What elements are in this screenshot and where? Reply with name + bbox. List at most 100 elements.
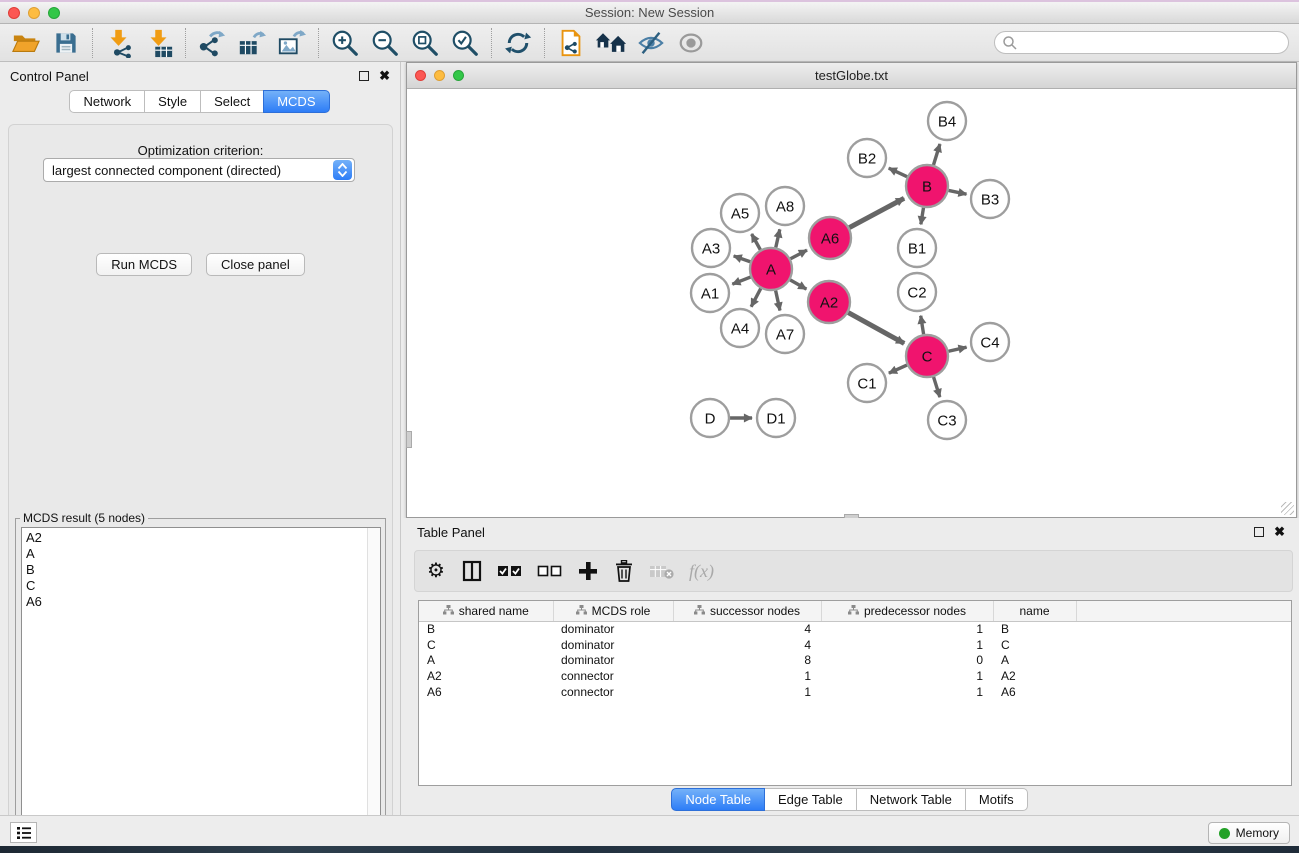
- graph-node-C1[interactable]: C1: [848, 364, 886, 402]
- graph-edge-A-A3[interactable]: [734, 256, 751, 262]
- refresh-icon[interactable]: [498, 26, 538, 60]
- graph-node-A8[interactable]: A8: [766, 187, 804, 225]
- optimization-criterion-select[interactable]: largest connected component (directed): [43, 158, 355, 182]
- mcds-result-item[interactable]: A2: [26, 530, 380, 546]
- table-cell[interactable]: connector: [553, 668, 673, 684]
- column-header-MCDS-role[interactable]: MCDS role: [553, 601, 673, 621]
- graph-node-A3[interactable]: A3: [692, 229, 730, 267]
- tab-motifs[interactable]: Motifs: [965, 788, 1028, 811]
- left-splitter-handle[interactable]: [406, 431, 412, 448]
- table-row[interactable]: Cdominator41C: [419, 637, 1291, 653]
- table-cell[interactable]: 4: [673, 637, 821, 653]
- table-cell[interactable]: dominator: [553, 621, 673, 637]
- table-cell[interactable]: C: [993, 637, 1076, 653]
- graph-node-A4[interactable]: A4: [721, 309, 759, 347]
- mcds-result-item[interactable]: A6: [26, 594, 380, 610]
- network-canvas[interactable]: B4B2BB3A5A8A6A3AB1A1C2A2A4A7C4CC1C3DD1: [407, 89, 1296, 517]
- search-input[interactable]: [994, 31, 1289, 54]
- memory-button[interactable]: Memory: [1208, 822, 1290, 844]
- graph-node-A2[interactable]: A2: [808, 281, 850, 323]
- close-table-panel-icon[interactable]: ✖: [1274, 527, 1285, 537]
- graph-node-A[interactable]: A: [750, 248, 792, 290]
- export-image-icon[interactable]: [272, 26, 312, 60]
- graph-edge-B-B4[interactable]: [933, 144, 939, 165]
- zoom-in-icon[interactable]: [325, 26, 365, 60]
- import-network-icon[interactable]: [99, 26, 139, 60]
- table-row[interactable]: Adominator80A: [419, 652, 1291, 668]
- graph-edge-A6-B[interactable]: [849, 198, 904, 227]
- close-panel-icon[interactable]: ✖: [379, 71, 390, 81]
- table-row[interactable]: Bdominator41B: [419, 621, 1291, 637]
- table-cell[interactable]: 1: [821, 621, 993, 637]
- tab-mcds[interactable]: MCDS: [263, 90, 329, 113]
- graph-edge-A-A7[interactable]: [776, 291, 780, 311]
- graph-node-B[interactable]: B: [906, 165, 948, 207]
- window-resize-grip[interactable]: [1281, 502, 1294, 515]
- graph-node-A1[interactable]: A1: [691, 274, 729, 312]
- graph-node-C4[interactable]: C4: [971, 323, 1009, 361]
- graph-edge-B-B2[interactable]: [889, 168, 907, 177]
- graph-edge-A-A4[interactable]: [751, 288, 761, 306]
- graph-edge-A-A1[interactable]: [732, 277, 750, 284]
- graph-node-A6[interactable]: A6: [809, 217, 851, 259]
- table-cell[interactable]: 4: [673, 621, 821, 637]
- select-all-columns-icon[interactable]: [497, 556, 523, 586]
- table-cell[interactable]: dominator: [553, 637, 673, 653]
- graph-node-B4[interactable]: B4: [928, 102, 966, 140]
- table-cell[interactable]: dominator: [553, 652, 673, 668]
- tab-edge-table[interactable]: Edge Table: [764, 788, 857, 811]
- graph-node-B1[interactable]: B1: [898, 229, 936, 267]
- mcds-result-item[interactable]: A: [26, 546, 380, 562]
- tab-node-table[interactable]: Node Table: [671, 788, 765, 811]
- tab-network[interactable]: Network: [69, 90, 145, 113]
- export-table-icon[interactable]: [232, 26, 272, 60]
- table-cell[interactable]: 1: [673, 668, 821, 684]
- split-columns-icon[interactable]: [461, 556, 483, 586]
- float-table-panel-icon[interactable]: [1254, 527, 1264, 537]
- table-cell[interactable]: 1: [821, 668, 993, 684]
- close-panel-button[interactable]: Close panel: [206, 253, 305, 276]
- graph-node-B3[interactable]: B3: [971, 180, 1009, 218]
- graph-edge-B-B1[interactable]: [921, 208, 924, 225]
- deselect-all-columns-icon[interactable]: [537, 556, 563, 586]
- run-mcds-button[interactable]: Run MCDS: [96, 253, 192, 276]
- zoom-out-icon[interactable]: [365, 26, 405, 60]
- graph-edge-A-A2[interactable]: [790, 280, 806, 289]
- graph-edge-B-B3[interactable]: [949, 190, 967, 194]
- column-header-name[interactable]: name: [993, 601, 1076, 621]
- zoom-fit-icon[interactable]: [405, 26, 445, 60]
- open-file-icon[interactable]: [6, 26, 46, 60]
- graph-edge-A-A6[interactable]: [790, 250, 807, 259]
- column-header-shared-name[interactable]: shared name: [419, 601, 553, 621]
- graph-edge-C-C4[interactable]: [948, 347, 966, 351]
- table-cell[interactable]: 1: [673, 684, 821, 700]
- new-session-from-network-icon[interactable]: [551, 26, 591, 60]
- float-panel-icon[interactable]: [359, 71, 369, 81]
- task-history-button[interactable]: [10, 822, 37, 843]
- gear-icon[interactable]: ⚙: [425, 556, 447, 586]
- mcds-result-item[interactable]: B: [26, 562, 380, 578]
- network-graph[interactable]: B4B2BB3A5A8A6A3AB1A1C2A2A4A7C4CC1C3DD1: [407, 89, 1296, 517]
- import-table-icon[interactable]: [139, 26, 179, 60]
- graph-node-C2[interactable]: C2: [898, 273, 936, 311]
- table-cell[interactable]: B: [993, 621, 1076, 637]
- table-cell[interactable]: B: [419, 621, 553, 637]
- graph-node-B2[interactable]: B2: [848, 139, 886, 177]
- table-row[interactable]: A2connector11A2: [419, 668, 1291, 684]
- mcds-result-scrollbar[interactable]: [367, 528, 380, 852]
- table-cell[interactable]: 1: [821, 684, 993, 700]
- graph-edge-C-C2[interactable]: [921, 316, 924, 335]
- table-cell[interactable]: A6: [993, 684, 1076, 700]
- column-header-successor-nodes[interactable]: successor nodes: [673, 601, 821, 621]
- graph-edge-A2-C[interactable]: [848, 313, 904, 344]
- mcds-result-item[interactable]: C: [26, 578, 380, 594]
- table-cell[interactable]: C: [419, 637, 553, 653]
- show-graphics-details-icon[interactable]: [671, 26, 711, 60]
- table-cell[interactable]: connector: [553, 684, 673, 700]
- add-column-icon[interactable]: [577, 556, 599, 586]
- graph-edge-C-C1[interactable]: [889, 365, 907, 373]
- column-header-predecessor-nodes[interactable]: predecessor nodes: [821, 601, 993, 621]
- export-network-icon[interactable]: [192, 26, 232, 60]
- graph-node-C[interactable]: C: [906, 335, 948, 377]
- table-cell[interactable]: A2: [419, 668, 553, 684]
